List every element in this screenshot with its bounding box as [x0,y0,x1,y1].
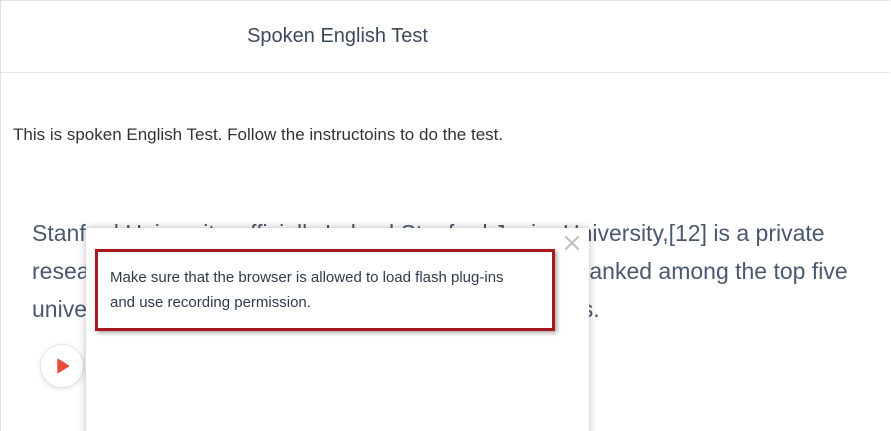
permission-message: Make sure that the browser is allowed to… [95,249,555,331]
message-line: and use recording permission. [110,294,311,311]
page-title: Spoken English Test [247,25,428,47]
page-header: Spoken English Test [1,1,890,73]
app-frame: Spoken English Test This is spoken Engli… [0,0,890,431]
message-line: Make sure that the browser is allowed to… [110,269,504,286]
permission-dialog: × Make sure that the browser is allowed … [86,228,589,431]
play-button[interactable] [40,344,84,388]
play-icon [57,358,70,374]
close-icon[interactable]: × [561,230,583,256]
test-instructions: This is spoken English Test. Follow the … [13,125,504,144]
